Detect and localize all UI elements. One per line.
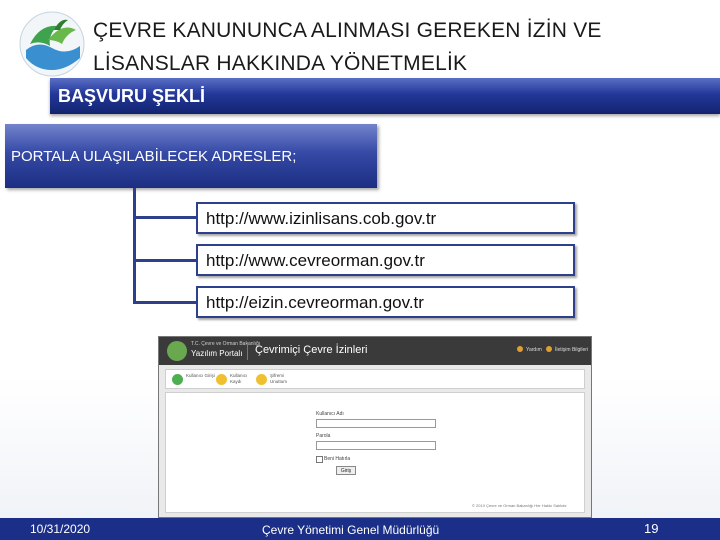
connector-horizontal-1 — [133, 216, 196, 219]
portal-logo-icon — [167, 341, 187, 361]
login-icon — [172, 374, 183, 385]
forgot-password-icon — [256, 374, 267, 385]
url-box-3: http://eizin.cevreorman.gov.tr — [196, 286, 575, 318]
title-line-2: LİSANSLAR HAKKINDA YÖNETMELİK — [93, 52, 468, 75]
password-field[interactable] — [316, 441, 436, 450]
addresses-heading: PORTALA ULAŞILABİLECEK ADRESLER; — [11, 148, 297, 165]
title-line-1: ÇEVRE KANUNUNCA ALINMASI GEREKEN İZİN VE — [93, 19, 602, 42]
slide-number: 19 — [644, 521, 659, 536]
url-box-1: http://www.izinlisans.cob.gov.tr — [196, 202, 575, 234]
portal-screenshot: T.C. Çevre ve Orman Bakanlığı Yazılım Po… — [158, 336, 592, 518]
username-field[interactable] — [316, 419, 436, 428]
password-label: Parola — [316, 433, 331, 439]
remember-label: Beni Hatırla — [324, 456, 351, 462]
portal-ministry-name: T.C. Çevre ve Orman Bakanlığı — [191, 341, 261, 347]
ministry-logo-icon — [19, 11, 85, 77]
portal-header: T.C. Çevre ve Orman Bakanlığı Yazılım Po… — [159, 337, 591, 365]
addresses-heading-box: PORTALA ULAŞILABİLECEK ADRESLER; — [5, 124, 377, 188]
url-link-1[interactable]: http://www.izinlisans.cob.gov.tr — [206, 209, 436, 229]
nav-label-login: Kullanıcı Girişi — [186, 373, 215, 378]
portal-app-title: Çevrimiçi Çevre İzinleri — [255, 344, 368, 356]
header-divider — [247, 342, 248, 360]
portal-login-panel: Kullanıcı Adı Parola Beni Hatırla Giriş … — [165, 392, 585, 513]
url-box-2: http://www.cevreorman.gov.tr — [196, 244, 575, 276]
nav-label-forgot: Şifremi Unuttum — [270, 373, 288, 384]
connector-horizontal-2 — [133, 259, 196, 262]
contact-icon — [546, 346, 552, 352]
contact-link[interactable]: İletişim Bilgileri — [555, 347, 588, 353]
portal-nav: Kullanıcı Girişi Kullanıcı Kaydı Şifremi… — [165, 369, 585, 389]
username-label: Kullanıcı Adı — [316, 411, 344, 417]
footer-date: 10/31/2020 — [30, 522, 91, 536]
section-heading: BAŞVURU ŞEKLİ — [58, 86, 206, 106]
portal-brand-name: Yazılım Portalı — [191, 349, 243, 358]
connector-horizontal-3 — [133, 301, 196, 304]
url-link-2[interactable]: http://www.cevreorman.gov.tr — [206, 251, 425, 271]
url-link-3[interactable]: http://eizin.cevreorman.gov.tr — [206, 293, 424, 313]
slide-footer: 10/31/2020 Çevre Yönetimi Genel Müdürlüğ… — [0, 518, 720, 540]
register-icon — [216, 374, 227, 385]
help-icon — [517, 346, 523, 352]
footer-organization: Çevre Yönetimi Genel Müdürlüğü — [262, 523, 440, 537]
login-button[interactable]: Giriş — [336, 466, 356, 475]
section-heading-bar: BAŞVURU ŞEKLİ — [50, 78, 720, 114]
portal-copyright: © 2010 Çevre ve Orman Bakanlığı Her Hakk… — [472, 503, 567, 508]
connector-vertical — [133, 188, 136, 304]
remember-checkbox[interactable] — [316, 456, 323, 463]
slide-title: ÇEVRE KANUNUNCA ALINMASI GEREKEN İZİN VE… — [93, 14, 713, 80]
help-link[interactable]: Yardım — [526, 347, 542, 353]
